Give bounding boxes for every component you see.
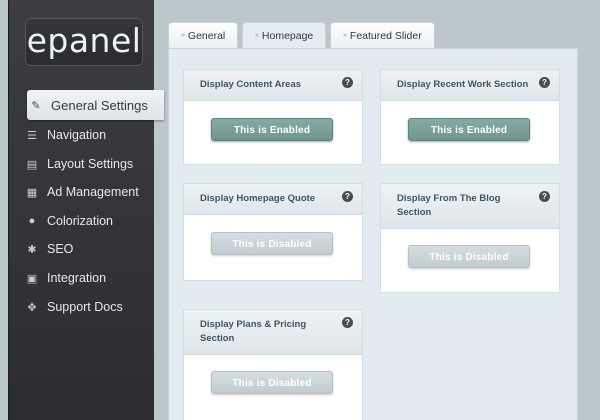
card-title: Display From The Blog Section	[397, 193, 501, 218]
integration-icon: ▣	[26, 272, 38, 285]
sidebar: epanel ✎ General Settings ☰ Navigation ▤…	[8, 0, 164, 420]
setting-card-from-the-blog: Display From The Blog Section ? This is …	[380, 183, 560, 293]
card-title: Display Homepage Quote	[200, 193, 316, 204]
palette-icon: ●	[28, 215, 36, 227]
help-icon[interactable]: ?	[342, 77, 353, 88]
help-icon[interactable]: ?	[342, 317, 353, 328]
tab-general[interactable]: » General	[168, 22, 239, 49]
grid-icon: ▦	[26, 186, 38, 199]
sidebar-item-ad-management[interactable]: ▦ Ad Management	[23, 179, 163, 205]
sidebar-item-label: SEO	[47, 242, 74, 256]
sidebar-item-label: Layout Settings	[47, 157, 134, 171]
sidebar-item-support-docs[interactable]: ✥ Support Docs	[23, 294, 163, 320]
help-icon[interactable]: ?	[539, 77, 550, 88]
sidebar-item-label: General Settings	[51, 97, 148, 113]
help-icon[interactable]: ?	[539, 191, 550, 202]
card-header: Display Plans & Pricing Section ?	[184, 310, 362, 355]
sidebar-item-label: Navigation	[47, 128, 107, 142]
tab-label: Featured Slider	[349, 30, 422, 42]
card-title: Display Content Areas	[200, 79, 302, 90]
tab-bullet-icon: »	[343, 32, 347, 40]
toggle-button[interactable]: This is Disabled	[408, 245, 530, 268]
sidebar-item-label: Colorization	[47, 214, 114, 228]
sidebar-item-integration[interactable]: ▣ Integration	[23, 265, 163, 291]
setting-card-content-areas: Display Content Areas ? This is Enabled	[183, 69, 363, 165]
tab-label: General	[187, 30, 226, 42]
toggle-button[interactable]: This is Disabled	[211, 232, 333, 255]
sidebar-item-label: Ad Management	[47, 185, 139, 199]
sidebar-item-navigation[interactable]: ☰ Navigation	[23, 122, 163, 148]
help-icon[interactable]: ?	[342, 191, 353, 202]
tab-bullet-icon: »	[181, 32, 185, 40]
magnifier-icon: ✱	[27, 243, 37, 256]
setting-card-plans-pricing: Display Plans & Pricing Section ? This i…	[183, 309, 363, 420]
card-header: Display Content Areas ?	[184, 70, 362, 101]
sidebar-item-label: Support Docs	[47, 300, 123, 314]
tab-bullet-icon: »	[255, 32, 259, 40]
support-icon: ✥	[27, 301, 37, 314]
card-header: Display Recent Work Section ?	[381, 70, 559, 101]
setting-card-recent-work: Display Recent Work Section ? This is En…	[380, 69, 560, 165]
toggle-button[interactable]: This is Enabled	[211, 118, 333, 141]
layout-icon: ▤	[26, 158, 38, 171]
sidebar-item-layout-settings[interactable]: ▤ Layout Settings	[23, 151, 163, 177]
wrench-icon: ✎	[31, 99, 41, 112]
toggle-button[interactable]: This is Enabled	[408, 118, 530, 141]
card-header: Display Homepage Quote ?	[184, 184, 362, 215]
setting-card-homepage-quote: Display Homepage Quote ? This is Disable…	[183, 183, 363, 281]
tab-label: Homepage	[261, 30, 314, 42]
sidebar-item-colorization[interactable]: ● Colorization	[23, 208, 163, 234]
tab-featured-slider[interactable]: » Featured Slider	[330, 22, 435, 49]
toggle-button[interactable]: This is Disabled	[211, 371, 333, 394]
sidebar-item-general-settings[interactable]: ✎ General Settings	[27, 90, 164, 120]
card-title: Display Plans & Pricing Section	[200, 319, 307, 344]
epanel-logo: epanel	[25, 18, 143, 66]
list-icon: ☰	[27, 129, 37, 142]
sidebar-item-seo[interactable]: ✱ SEO	[23, 236, 163, 262]
card-title: Display Recent Work Section	[397, 79, 529, 90]
settings-panel: Display Content Areas ? This is Enabled …	[168, 48, 578, 420]
tab-homepage[interactable]: » Homepage	[242, 22, 327, 50]
sidebar-item-label: Integration	[47, 271, 107, 285]
card-header: Display From The Blog Section ?	[381, 184, 559, 229]
